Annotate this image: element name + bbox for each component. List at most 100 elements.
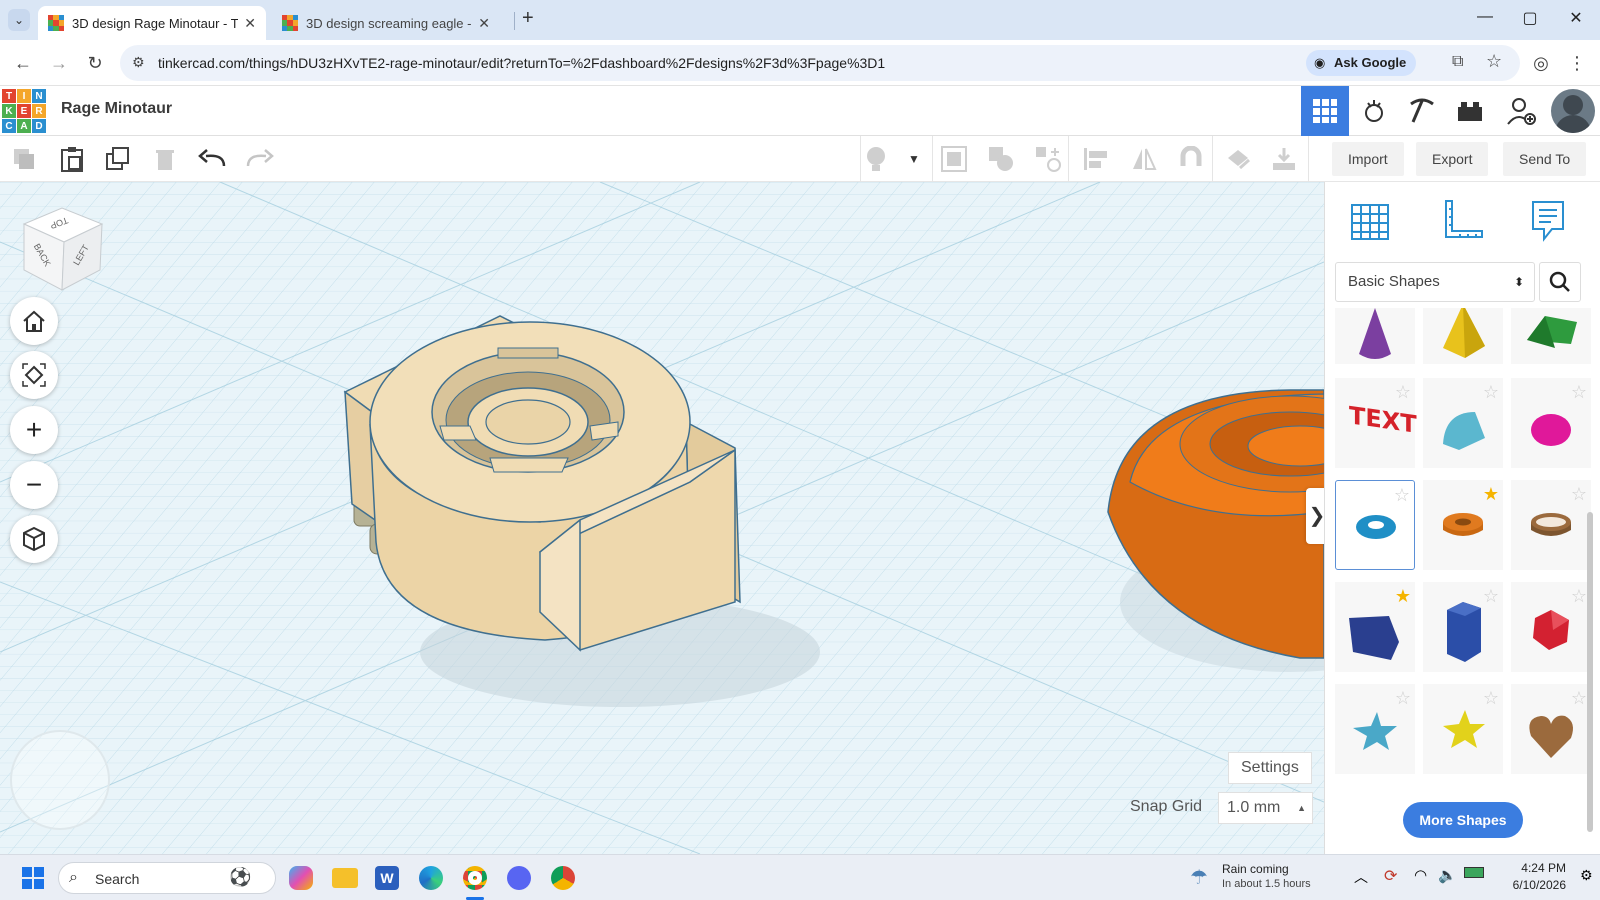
install-app-icon[interactable]: ⧉ bbox=[1452, 53, 1463, 71]
favorite-star-icon[interactable]: ☆ bbox=[1395, 382, 1411, 403]
perspective-toggle-button[interactable] bbox=[10, 515, 58, 563]
clock[interactable]: 4:24 PM 6/10/2026 bbox=[1496, 861, 1566, 892]
shape-tile-roof[interactable] bbox=[1511, 308, 1591, 364]
3d-design-view-button[interactable] bbox=[1301, 86, 1349, 136]
workplane-button[interactable] bbox=[1345, 196, 1395, 246]
reload-icon[interactable]: ↻ bbox=[82, 50, 108, 76]
workplane-magnet-button[interactable] bbox=[1177, 145, 1205, 173]
favorite-star-icon[interactable]: ☆ bbox=[1571, 484, 1587, 505]
browser-tab-rage-minotaur[interactable]: 3D design Rage Minotaur - Tink ✕ bbox=[38, 6, 266, 40]
notes-light-button[interactable] bbox=[862, 145, 890, 173]
browser-menu-icon[interactable]: ⋮ bbox=[1564, 50, 1590, 76]
file-explorer-app[interactable] bbox=[330, 863, 360, 893]
sync-icon[interactable]: ⟳ bbox=[1384, 866, 1397, 886]
favorite-star-icon[interactable]: ☆ bbox=[1483, 688, 1499, 709]
tinkercad-logo[interactable]: T I N K E R C A D bbox=[2, 89, 46, 133]
avatar[interactable] bbox=[1548, 86, 1598, 136]
forward-icon[interactable]: → bbox=[46, 50, 72, 76]
home-view-button[interactable] bbox=[10, 297, 58, 345]
zoom-in-button[interactable]: + bbox=[10, 406, 58, 454]
group-button[interactable] bbox=[940, 145, 968, 173]
shape-tile-wedge-box[interactable]: ★ bbox=[1335, 582, 1415, 672]
copilot-app[interactable] bbox=[286, 863, 316, 893]
panel-scrollbar[interactable] bbox=[1587, 512, 1593, 832]
close-tab-icon[interactable]: ✕ bbox=[244, 15, 256, 32]
profile-icon[interactable]: ◎ bbox=[1528, 50, 1554, 76]
minecraft-pickaxe-button[interactable] bbox=[1398, 86, 1446, 136]
url-text[interactable]: tinkercad.com/things/hDU3zHXvTE2-rage-mi… bbox=[158, 55, 885, 71]
favorite-star-icon[interactable]: ★ bbox=[1483, 484, 1499, 505]
shape-tile-torus[interactable]: ☆ bbox=[1335, 480, 1415, 570]
minimize-icon[interactable]: — bbox=[1470, 8, 1500, 26]
zoom-out-button[interactable]: − bbox=[10, 461, 58, 509]
shape-tile-paraboloid[interactable]: ☆ bbox=[1511, 378, 1591, 468]
shape-category-select[interactable]: Basic Shapes ⬍ bbox=[1335, 262, 1535, 302]
invite-user-button[interactable] bbox=[1497, 86, 1545, 136]
address-bar[interactable]: ⚙ tinkercad.com/things/hDU3zHXvTE2-rage-… bbox=[120, 45, 1520, 81]
bookmark-star-icon[interactable]: ☆ bbox=[1486, 51, 1502, 72]
shape-tile-polyhedron[interactable]: ☆ bbox=[1511, 582, 1591, 672]
site-info-icon[interactable]: ⚙ bbox=[132, 54, 145, 71]
shape-tile-star[interactable]: ☆ bbox=[1335, 684, 1415, 774]
maximize-icon[interactable]: ▢ bbox=[1515, 8, 1545, 28]
taskbar-search[interactable]: ⌕ Search ⚽ bbox=[58, 862, 276, 894]
notifications-icon[interactable]: ⚙ bbox=[1580, 867, 1593, 884]
shape-tile-pyramid[interactable] bbox=[1423, 308, 1503, 364]
new-tab-button[interactable]: + bbox=[522, 7, 534, 30]
shape-tile-star-yellow[interactable]: ☆ bbox=[1423, 684, 1503, 774]
shape-tile-cone[interactable] bbox=[1335, 308, 1415, 364]
sim-lab-button[interactable] bbox=[1350, 86, 1398, 136]
notes-dropdown-button[interactable]: ▼ bbox=[900, 145, 928, 173]
favorite-star-icon[interactable]: ☆ bbox=[1483, 586, 1499, 607]
favorite-star-icon[interactable]: ☆ bbox=[1571, 586, 1587, 607]
ungroup-button[interactable] bbox=[987, 145, 1015, 173]
orbit-control[interactable] bbox=[10, 730, 110, 830]
redo-button[interactable] bbox=[246, 145, 274, 173]
cruise-button[interactable] bbox=[1034, 145, 1062, 173]
search-shapes-button[interactable] bbox=[1539, 262, 1581, 302]
settings-button[interactable]: Settings bbox=[1228, 752, 1312, 784]
import-button[interactable]: Import bbox=[1332, 142, 1404, 176]
edit-grid-button[interactable] bbox=[1224, 145, 1252, 173]
shape-tile-half-cylinder[interactable]: ☆ bbox=[1423, 378, 1503, 468]
collapse-panel-button[interactable]: ❯ bbox=[1306, 488, 1324, 544]
notes-button[interactable] bbox=[1523, 196, 1573, 246]
close-window-icon[interactable]: ✕ bbox=[1561, 8, 1591, 28]
chrome-profile-app[interactable] bbox=[548, 863, 578, 893]
favorite-star-icon[interactable]: ☆ bbox=[1483, 382, 1499, 403]
export-button[interactable]: Export bbox=[1416, 142, 1489, 176]
shape-tile-heart[interactable]: ☆ bbox=[1511, 684, 1591, 774]
chrome-app-active[interactable] bbox=[460, 863, 490, 893]
favorite-star-icon[interactable]: ☆ bbox=[1395, 688, 1411, 709]
favorite-star-icon[interactable]: ☆ bbox=[1571, 688, 1587, 709]
favorite-star-icon[interactable]: ☆ bbox=[1394, 485, 1410, 506]
favorite-star-icon[interactable]: ★ bbox=[1395, 586, 1411, 607]
undo-button[interactable] bbox=[198, 145, 226, 173]
view-cube[interactable]: TOP BACK LEFT bbox=[22, 206, 104, 292]
discord-app[interactable] bbox=[504, 863, 534, 893]
delete-button[interactable] bbox=[151, 145, 179, 173]
browser-tab-screaming-eagle[interactable]: 3D design screaming eagle - Ti ✕ bbox=[272, 6, 500, 40]
mirror-button[interactable] bbox=[1130, 145, 1158, 173]
word-app[interactable]: W bbox=[372, 863, 402, 893]
snap-grid-select[interactable]: 1.0 mm ▲ bbox=[1218, 792, 1313, 824]
design-title[interactable]: Rage Minotaur bbox=[61, 100, 172, 118]
workplane-canvas[interactable]: TOP BACK LEFT + − Settings Snap Grid 1.0… bbox=[0, 182, 1324, 854]
copy-button[interactable] bbox=[10, 145, 38, 173]
chevron-up-icon[interactable]: ︿ bbox=[1354, 867, 1368, 887]
volume-muted-icon[interactable]: 🔈 bbox=[1438, 866, 1457, 884]
shape-tile-ring[interactable]: ☆ bbox=[1511, 480, 1591, 570]
battery-icon[interactable] bbox=[1464, 867, 1484, 878]
shape-tile-tube[interactable]: ★ bbox=[1423, 480, 1503, 570]
close-tab-icon[interactable]: ✕ bbox=[478, 15, 490, 32]
lego-bricks-button[interactable] bbox=[1446, 86, 1494, 136]
fit-view-button[interactable] bbox=[10, 351, 58, 399]
shape-tile-text[interactable]: ☆ TEXT bbox=[1335, 378, 1417, 468]
wifi-icon[interactable]: ◠ bbox=[1414, 866, 1427, 884]
back-icon[interactable]: ← bbox=[10, 50, 36, 76]
drop-button[interactable] bbox=[1270, 145, 1298, 173]
favorite-star-icon[interactable]: ☆ bbox=[1571, 382, 1587, 403]
shape-tile-hexagonal-prism[interactable]: ☆ bbox=[1423, 582, 1503, 672]
more-shapes-button[interactable]: More Shapes bbox=[1403, 802, 1523, 838]
windows-start-button[interactable] bbox=[18, 863, 48, 893]
